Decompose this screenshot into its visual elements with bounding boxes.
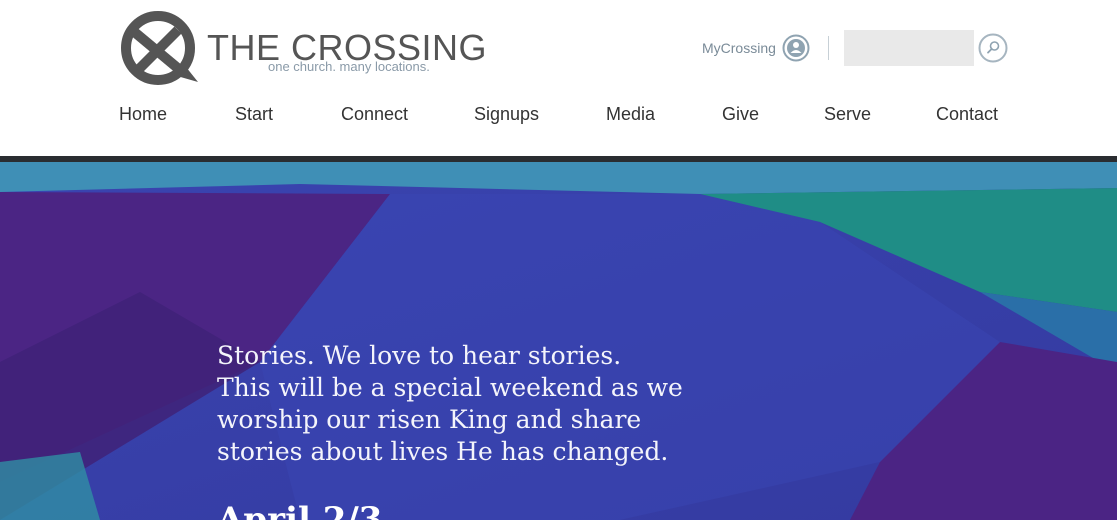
- brand-tagline: one church. many locations.: [268, 59, 430, 74]
- hero-line: stories about lives He has changed.: [217, 437, 669, 466]
- hero-line: This will be a special weekend as we: [217, 373, 683, 402]
- mycrossing-label: MyCrossing: [702, 40, 776, 56]
- mycrossing-link[interactable]: MyCrossing: [702, 33, 810, 63]
- nav-item-media[interactable]: Media: [606, 104, 655, 125]
- header-divider: [828, 36, 829, 60]
- hero-line: worship our risen King and share: [217, 405, 642, 434]
- main-navigation: Home Start Connect Signups Media Give Se…: [0, 104, 1117, 134]
- nav-item-contact[interactable]: Contact: [936, 104, 998, 125]
- site-header: THE CROSSING one church. many locations.…: [0, 0, 1117, 156]
- nav-item-signups[interactable]: Signups: [474, 104, 539, 125]
- nav-item-start[interactable]: Start: [235, 104, 273, 125]
- nav-item-connect[interactable]: Connect: [341, 104, 408, 125]
- hero-message: Stories. We love to hear stories. This w…: [217, 340, 687, 468]
- site-logo[interactable]: THE CROSSING one church. many locations.: [118, 8, 487, 90]
- search-input[interactable]: [844, 30, 974, 66]
- nav-item-give[interactable]: Give: [722, 104, 759, 125]
- hero-line: Stories. We love to hear stories.: [217, 341, 622, 370]
- crossing-logo-icon: [121, 11, 198, 85]
- hero-banner: Stories. We love to hear stories. This w…: [0, 162, 1117, 520]
- nav-item-home[interactable]: Home: [119, 104, 167, 125]
- user-icon: [782, 34, 810, 62]
- nav-item-serve[interactable]: Serve: [824, 104, 871, 125]
- search-icon[interactable]: [978, 33, 1008, 63]
- hero-date: April 2/3: [217, 500, 383, 520]
